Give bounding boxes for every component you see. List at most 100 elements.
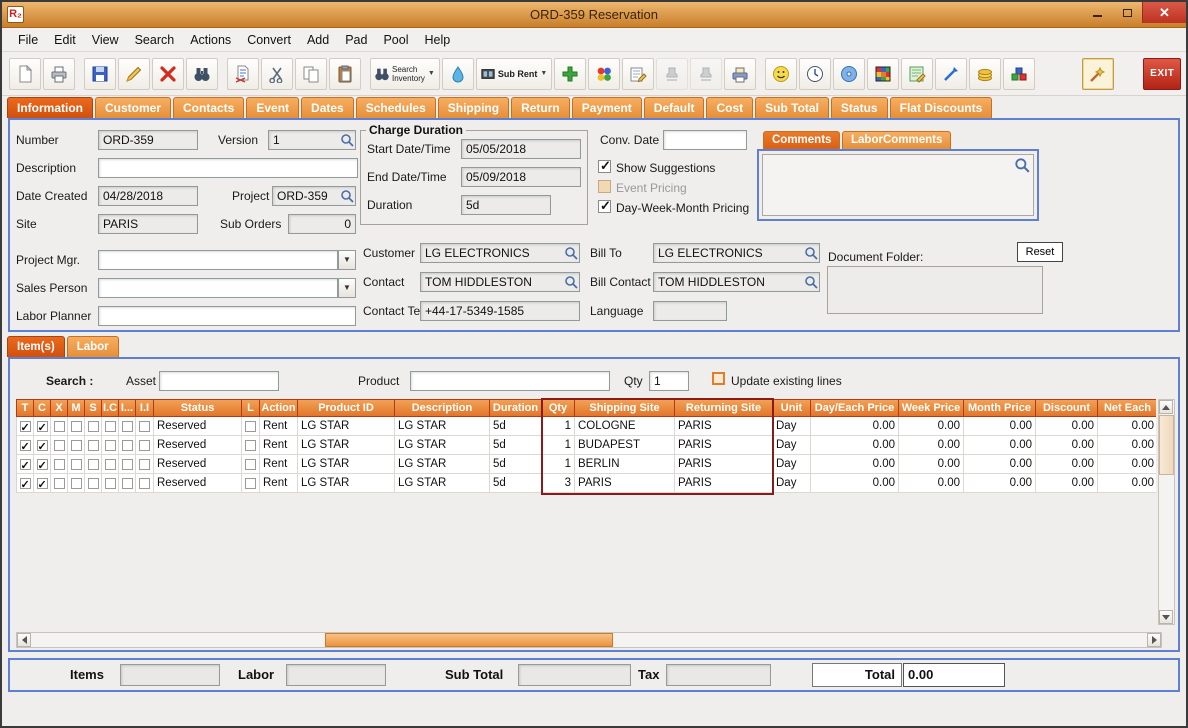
close-button[interactable]: ✕ xyxy=(1142,2,1186,23)
menu-search[interactable]: Search xyxy=(127,31,183,49)
save-button[interactable] xyxy=(84,58,116,90)
row-checkbox[interactable] xyxy=(37,478,48,489)
groups-button[interactable] xyxy=(588,58,620,90)
minimize-button[interactable] xyxy=(1082,2,1112,23)
row-checkbox[interactable] xyxy=(20,421,31,432)
bill-to-field[interactable]: LG ELECTRONICS xyxy=(653,243,820,263)
notes-button[interactable] xyxy=(622,58,654,90)
print-button[interactable] xyxy=(43,58,75,90)
menu-edit[interactable]: Edit xyxy=(46,31,84,49)
column-header-ii[interactable]: I.I xyxy=(136,400,154,416)
column-header-m[interactable]: M xyxy=(68,400,85,416)
row-checkbox[interactable] xyxy=(20,478,31,489)
tab-flat-discounts[interactable]: Flat Discounts xyxy=(890,97,993,118)
dropdown-caret-icon[interactable]: ▼ xyxy=(539,70,548,77)
title-bar[interactable]: R₂ ORD-359 Reservation ✕ xyxy=(2,2,1186,28)
menu-add[interactable]: Add xyxy=(299,31,337,49)
version-field[interactable]: 1 xyxy=(268,130,356,150)
tab-information[interactable]: Information xyxy=(7,97,93,118)
menu-help[interactable]: Help xyxy=(417,31,459,49)
row-checkbox[interactable] xyxy=(245,459,256,470)
project-mgr-field[interactable] xyxy=(98,250,338,270)
comments-textarea[interactable] xyxy=(762,154,1034,216)
column-header-net-each[interactable]: Net Each xyxy=(1098,400,1156,416)
row-checkbox[interactable] xyxy=(54,440,65,451)
column-header-status[interactable]: Status xyxy=(154,400,242,416)
edit-button[interactable] xyxy=(118,58,150,90)
row-checkbox[interactable] xyxy=(88,478,99,489)
contact-tel-field[interactable]: +44-17-5349-1585 xyxy=(420,301,580,321)
row-checkbox[interactable] xyxy=(139,421,150,432)
tab-comments[interactable]: Comments xyxy=(763,131,840,149)
row-checkbox[interactable] xyxy=(71,478,82,489)
column-header-l[interactable]: L xyxy=(242,400,260,416)
menu-actions[interactable]: Actions xyxy=(182,31,239,49)
magnifier-icon[interactable] xyxy=(804,246,818,263)
link-button[interactable] xyxy=(935,58,967,90)
scroll-left-button[interactable] xyxy=(17,633,31,647)
menu-convert[interactable]: Convert xyxy=(239,31,299,49)
column-header-unit[interactable]: Unit xyxy=(773,400,811,416)
magnifier-icon[interactable] xyxy=(804,275,818,292)
tab-cost[interactable]: Cost xyxy=(706,97,753,118)
stamp-button-2[interactable] xyxy=(690,58,722,90)
row-checkbox[interactable] xyxy=(20,459,31,470)
table-row[interactable]: Reserved Rent LG STAR LG STAR 5d 1 BUDAP… xyxy=(16,436,1156,455)
bill-contact-field[interactable]: TOM HIDDLESTON xyxy=(653,272,820,292)
copy-button[interactable] xyxy=(295,58,327,90)
row-checkbox[interactable] xyxy=(139,459,150,470)
site-field[interactable]: PARIS xyxy=(98,214,198,234)
contact-field[interactable]: TOM HIDDLESTON xyxy=(420,272,580,292)
product-input[interactable] xyxy=(410,371,610,391)
horizontal-scrollbar[interactable] xyxy=(16,632,1162,648)
search-inventory-button[interactable]: SearchInventory ▼ xyxy=(370,58,440,90)
tab-return[interactable]: Return xyxy=(511,97,570,118)
column-header-duration[interactable]: Duration xyxy=(490,400,542,416)
labor-planner-field[interactable] xyxy=(98,306,356,326)
column-header-discount[interactable]: Discount xyxy=(1036,400,1098,416)
tab-labor-comments[interactable]: LaborComments xyxy=(842,131,951,149)
coins-button[interactable] xyxy=(969,58,1001,90)
tab-labor[interactable]: Labor xyxy=(67,336,119,357)
tab-dates[interactable]: Dates xyxy=(301,97,354,118)
row-checkbox[interactable] xyxy=(71,421,82,432)
start-date-field[interactable]: 05/05/2018 xyxy=(461,139,581,159)
column-header-action[interactable]: Action xyxy=(260,400,298,416)
sales-person-dropdown[interactable]: ▼ xyxy=(338,278,356,298)
row-checkbox[interactable] xyxy=(245,440,256,451)
document-folder-box[interactable] xyxy=(827,266,1043,314)
dropdown-caret-icon[interactable]: ▼ xyxy=(427,70,436,77)
row-checkbox[interactable] xyxy=(71,459,82,470)
row-checkbox[interactable] xyxy=(105,440,116,451)
delete-button[interactable] xyxy=(152,58,184,90)
exit-button[interactable]: EXIT xyxy=(1143,58,1181,90)
disc-button[interactable] xyxy=(833,58,865,90)
menu-pad[interactable]: Pad xyxy=(337,31,375,49)
stamp-button[interactable] xyxy=(656,58,688,90)
inventory-cubes-button[interactable] xyxy=(867,58,899,90)
qty-input[interactable]: 1 xyxy=(649,371,689,391)
scroll-up-button[interactable] xyxy=(1159,400,1173,414)
conv-date-field[interactable] xyxy=(663,130,747,150)
menu-pool[interactable]: Pool xyxy=(375,31,416,49)
row-checkbox[interactable] xyxy=(88,459,99,470)
row-checkbox[interactable] xyxy=(105,459,116,470)
row-checkbox[interactable] xyxy=(122,478,133,489)
tab-schedules[interactable]: Schedules xyxy=(356,97,436,118)
row-checkbox[interactable] xyxy=(88,440,99,451)
table-row[interactable]: Reserved Rent LG STAR LG STAR 5d 1 BERLI… xyxy=(16,455,1156,474)
column-header-x[interactable]: X xyxy=(51,400,68,416)
event-pricing-checkbox[interactable] xyxy=(598,180,611,193)
paste-button[interactable] xyxy=(329,58,361,90)
magnifier-icon[interactable] xyxy=(564,275,578,292)
table-row[interactable]: Reserved Rent LG STAR LG STAR 5d 1 COLOG… xyxy=(16,417,1156,436)
row-checkbox[interactable] xyxy=(37,459,48,470)
tab-customer[interactable]: Customer xyxy=(95,97,171,118)
history-button[interactable] xyxy=(799,58,831,90)
row-checkbox[interactable] xyxy=(20,440,31,451)
maximize-button[interactable] xyxy=(1112,2,1142,23)
row-checkbox[interactable] xyxy=(122,421,133,432)
tab-shipping[interactable]: Shipping xyxy=(438,97,509,118)
sales-person-field[interactable] xyxy=(98,278,338,298)
row-checkbox[interactable] xyxy=(54,478,65,489)
